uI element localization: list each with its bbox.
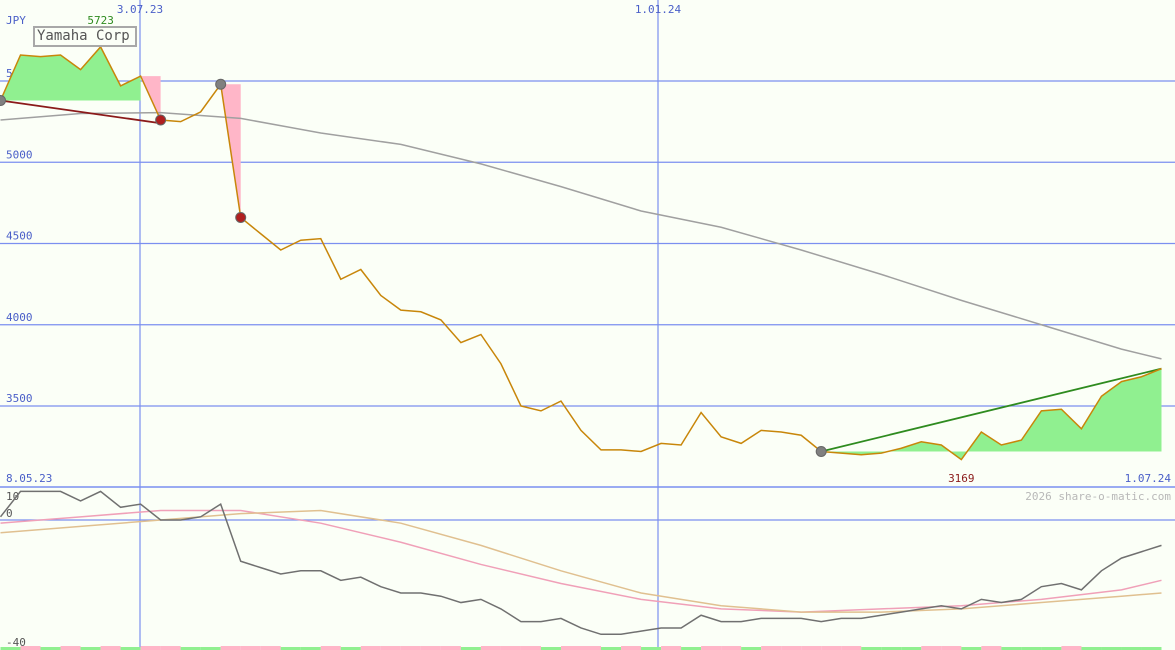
volume-bar [160, 646, 181, 650]
volume-bar [360, 646, 381, 650]
volume-bar [100, 646, 121, 650]
volume-bar [701, 646, 722, 650]
volume-bar [781, 646, 802, 650]
volume-bar [580, 646, 602, 650]
y-tick-label: 3500 [6, 392, 33, 405]
range-start-label: 8.05.23 [6, 472, 52, 485]
volume-bar [621, 646, 642, 650]
volume-bar [480, 646, 501, 650]
volume-bar [140, 646, 161, 650]
pivot-marker [155, 114, 167, 126]
stock-chart: 350040004500500055003.07.231.01.24JPY572… [0, 0, 1175, 650]
pivot-marker [235, 212, 247, 223]
volume-bar [20, 646, 41, 650]
watermark: 2026 share-o-matic.com [1025, 490, 1171, 503]
x-top-label: 3.07.23 [117, 3, 163, 16]
y-tick-label: 4500 [6, 230, 33, 243]
range-end-label: 1.07.24 [1125, 472, 1172, 485]
pivot-marker [215, 78, 227, 90]
volume-bar [520, 646, 541, 650]
volume-bar [721, 646, 742, 650]
volume-bar [420, 646, 441, 650]
volume-bar [400, 646, 421, 650]
chart-title: Yamaha Corp [37, 28, 130, 44]
volume-bar [921, 646, 942, 650]
volume-bar [260, 646, 281, 650]
currency-label: JPY [6, 14, 26, 27]
y-tick-label: 5000 [6, 148, 33, 161]
volume-bar [240, 646, 261, 650]
volume-bar [500, 646, 521, 650]
volume-bar [60, 646, 81, 650]
volume-bar [380, 646, 401, 650]
volume-bar [981, 646, 1002, 650]
volume-bar [320, 646, 341, 650]
volume-bar [440, 646, 461, 650]
volume-bar [560, 646, 581, 650]
volume-bar [761, 646, 782, 650]
volume-bar [220, 646, 241, 650]
pivot-marker [815, 446, 827, 457]
volume-bar [941, 646, 962, 650]
pivot-marker [0, 95, 6, 106]
x-top-label: 1.01.24 [635, 3, 682, 16]
volume-bar [821, 646, 842, 650]
volume-bar [801, 646, 822, 650]
min-label: 3169 [948, 472, 975, 485]
volume-bar [1061, 646, 1082, 650]
volume-bar [841, 646, 862, 650]
y-tick-label: 4000 [6, 311, 33, 324]
volume-bar [661, 646, 682, 650]
